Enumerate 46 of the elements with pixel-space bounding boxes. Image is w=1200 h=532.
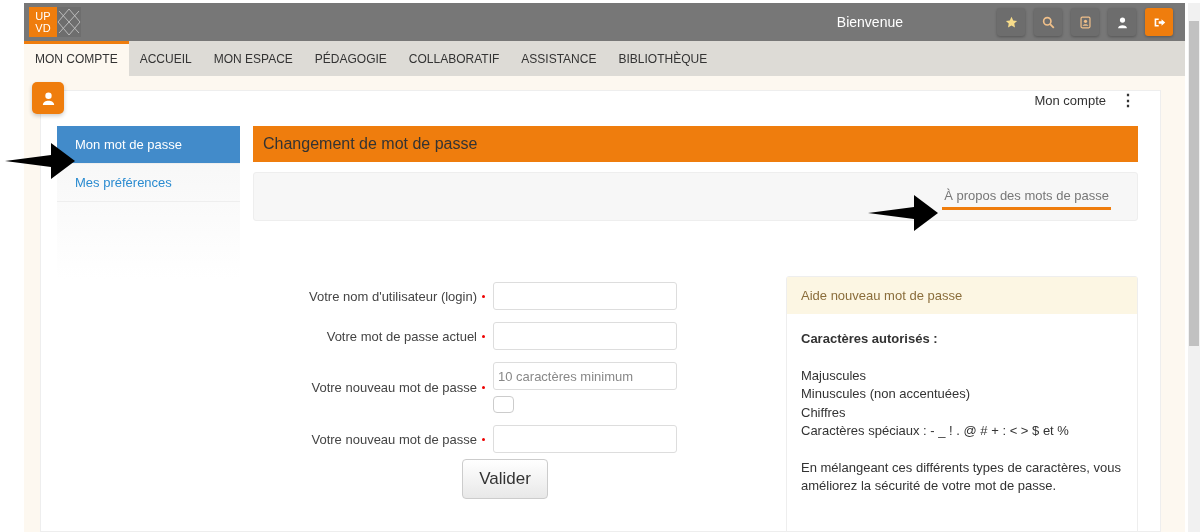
field-label: Votre nouveau mot de passe — [311, 431, 477, 447]
logo-mark-icon — [57, 8, 81, 36]
nav-tab[interactable]: BIBLIOTHÈQUE — [607, 41, 719, 76]
help-text: Majuscules — [801, 366, 868, 385]
more-menu-button[interactable]: ⋮ — [1118, 91, 1138, 110]
help-subtitle: Caractères autorisés : — [801, 330, 939, 348]
submit-button[interactable]: Valider — [462, 459, 548, 499]
user-icon — [40, 90, 56, 106]
logo-text: VD — [35, 22, 51, 34]
help-text: Caractères spéciaux : - _ ! . @ # + : < > $ et % — [801, 422, 1070, 440]
search-icon — [1041, 15, 1055, 29]
nav-tab[interactable]: MON COMPTE — [24, 41, 129, 76]
help-title: Aide nouveau mot de passe — [787, 277, 1137, 314]
welcome-title: Bienvenue — [835, 14, 904, 30]
user-icon — [1115, 15, 1129, 29]
checkbox[interactable] — [493, 396, 514, 413]
star-button[interactable] — [997, 8, 1025, 36]
scrollbar[interactable] — [1188, 3, 1200, 532]
section-heading: Changement de mot de passe — [253, 126, 1138, 162]
nav-tab[interactable]: PÉDAGOGIE — [303, 41, 398, 76]
field-label: Votre mot de passe actuel — [326, 328, 477, 344]
nav-tab[interactable]: ASSISTANCE — [510, 41, 608, 76]
field-label: Votre nom d'utilisateur (login) — [309, 288, 477, 304]
nav-tab[interactable]: COLLABORATIF — [397, 41, 511, 76]
page-title: Mon compte — [1034, 93, 1106, 108]
help-paragraph: En mélangeant ces différents types de caractères, vous améliorez la sécurité de votre mot de passe. — [801, 458, 1122, 495]
scroll-thumb[interactable] — [1189, 21, 1199, 346]
input-field[interactable]: 10 caractères minimum — [493, 362, 677, 390]
help-text: Chiffres — [801, 403, 847, 422]
input-field[interactable] — [493, 425, 677, 453]
contact-book-button[interactable] — [1071, 8, 1099, 36]
user-button[interactable] — [1108, 8, 1136, 36]
nav-tab[interactable]: MON ESPACE — [202, 41, 304, 76]
input-field[interactable] — [493, 282, 677, 310]
field-label: Votre nouveau mot de passe — [311, 380, 477, 395]
contact-book-icon — [1078, 15, 1092, 29]
logout-icon — [1152, 15, 1166, 29]
sidebar-item[interactable]: Mon mot de passe — [57, 126, 240, 164]
search-button[interactable] — [1034, 8, 1062, 36]
logout-button[interactable] — [1145, 8, 1173, 36]
input-field[interactable] — [493, 322, 677, 350]
help-text: Minuscules (non accentuées) — [801, 385, 972, 403]
about-link[interactable]: À propos des mots de passe — [942, 188, 1111, 210]
nav-tab[interactable]: ACCUEIL — [128, 41, 203, 76]
logo-text: UP — [35, 10, 51, 22]
star-icon — [1004, 15, 1018, 29]
